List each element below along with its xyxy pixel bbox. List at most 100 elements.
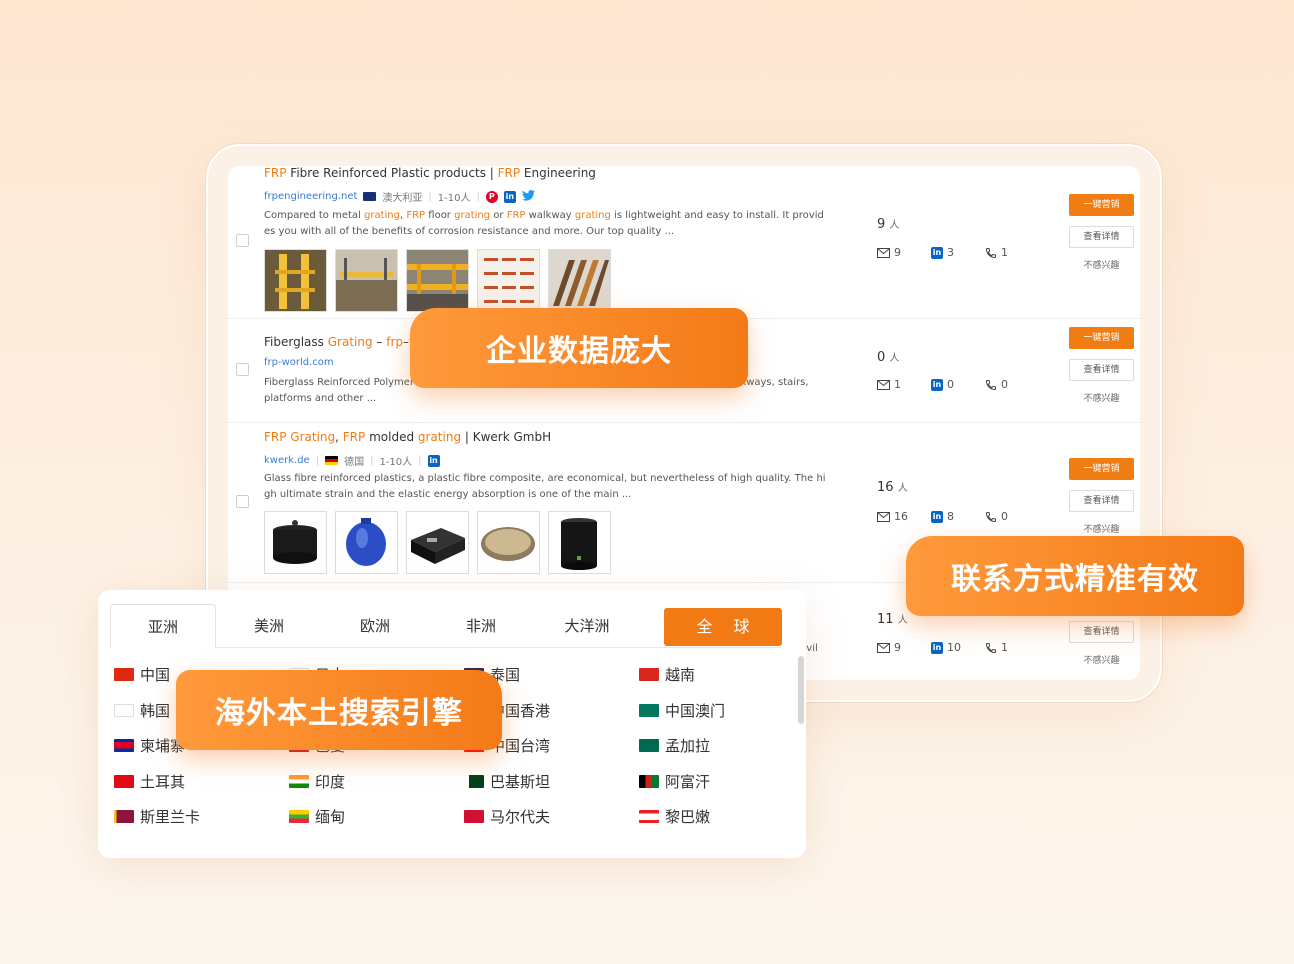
- country-item[interactable]: 缅甸: [289, 806, 345, 827]
- result-actions: 一键营销 查看详情 不感兴趣: [1069, 194, 1134, 271]
- country-item[interactable]: 韩国: [114, 700, 170, 721]
- product-image[interactable]: [548, 511, 611, 574]
- country-item[interactable]: 马尔代夫: [464, 806, 550, 827]
- scrollbar[interactable]: [798, 656, 804, 724]
- country-item[interactable]: 巴基斯坦: [464, 771, 550, 792]
- flag-icon: [114, 668, 134, 681]
- flag-icon: [114, 810, 134, 823]
- product-image[interactable]: [406, 511, 469, 574]
- linkedin-count: 10: [947, 641, 961, 654]
- linkedin-stat[interactable]: in 3: [931, 246, 985, 259]
- flag-icon: [639, 668, 659, 681]
- view-details-button[interactable]: 查看详情: [1069, 490, 1134, 512]
- linkedin-icon[interactable]: in: [427, 454, 440, 467]
- country-item[interactable]: 阿富汗: [639, 771, 710, 792]
- country-item[interactable]: 中国: [114, 664, 170, 685]
- keyword-highlight: FRP: [506, 210, 526, 221]
- country-item[interactable]: 柬埔寨: [114, 735, 185, 756]
- linkedin-stat[interactable]: in 10: [931, 641, 985, 654]
- result-checkbox[interactable]: [236, 363, 249, 376]
- result-actions: 一键营销 查看详情 不感兴趣: [1069, 327, 1134, 404]
- email-stat[interactable]: 9: [877, 246, 931, 259]
- country-item[interactable]: 印度: [289, 771, 345, 792]
- result-domain[interactable]: kwerk.de: [264, 455, 310, 466]
- twitter-icon[interactable]: [521, 189, 535, 204]
- pinterest-icon[interactable]: P: [485, 190, 498, 203]
- result-checkbox[interactable]: [236, 234, 249, 247]
- result-domain[interactable]: frpengineering.net: [264, 191, 357, 202]
- country-name: 印度: [315, 772, 346, 791]
- email-stat[interactable]: 9: [877, 641, 931, 654]
- linkedin-icon[interactable]: in: [503, 190, 516, 203]
- country-name: 缅甸: [315, 808, 346, 826]
- linkedin-count: 3: [947, 246, 954, 259]
- text-fragment: or: [490, 210, 507, 221]
- result-checkbox[interactable]: [236, 495, 249, 508]
- view-details-button[interactable]: 查看详情: [1069, 621, 1134, 643]
- result-meta: kwerk.de | 德国 | 1-10人 | in: [264, 453, 440, 468]
- linkedin-stat[interactable]: in 8: [931, 510, 985, 523]
- keyword-highlight: FRP: [497, 166, 521, 180]
- view-details-button[interactable]: 查看详情: [1069, 359, 1134, 381]
- result-meta: frpengineering.net 澳大利亚 | 1-10人 | P in: [264, 189, 535, 204]
- country-item[interactable]: 越南: [639, 664, 695, 685]
- product-image[interactable]: [477, 249, 540, 312]
- people-count: 9 人: [877, 216, 899, 232]
- phone-icon: [985, 379, 996, 390]
- tab-europe[interactable]: 欧洲: [322, 604, 428, 648]
- country-item[interactable]: 孟加拉: [639, 735, 710, 756]
- one-click-marketing-button[interactable]: 一键营销: [1069, 194, 1134, 216]
- phone-stat[interactable]: 0: [985, 510, 1039, 523]
- phone-stat[interactable]: 1: [985, 246, 1039, 259]
- text-fragment: Compared to metal: [264, 210, 365, 221]
- phone-stat[interactable]: 1: [985, 641, 1039, 654]
- flag-icon: [464, 810, 484, 823]
- email-stat[interactable]: 16: [877, 510, 931, 523]
- country-name: 马尔代夫: [490, 808, 551, 826]
- product-image[interactable]: [264, 511, 327, 574]
- tab-africa[interactable]: 非洲: [428, 604, 534, 648]
- country-name: 越南: [665, 666, 696, 684]
- tab-asia[interactable]: 亚洲: [110, 604, 216, 649]
- one-click-marketing-button[interactable]: 一键营销: [1069, 458, 1134, 480]
- product-image[interactable]: [264, 249, 327, 312]
- contact-stats: 9 in 3 1: [877, 246, 1039, 259]
- not-interested-link[interactable]: 不感兴趣: [1083, 391, 1119, 404]
- phone-icon: [985, 511, 996, 522]
- view-details-button[interactable]: 查看详情: [1069, 226, 1134, 248]
- result-title[interactable]: FRP Grating, FRP molded grating | Kwerk …: [264, 430, 551, 444]
- country-item[interactable]: 黎巴嫩: [639, 806, 710, 827]
- result-domain[interactable]: frp-world.com: [264, 357, 334, 368]
- not-interested-link[interactable]: 不感兴趣: [1083, 522, 1119, 535]
- linkedin-stat[interactable]: in 0: [931, 378, 985, 391]
- flag-icon: [114, 703, 134, 717]
- keyword-highlight: FRP Grating: [264, 430, 336, 444]
- tab-oceania[interactable]: 大洋洲: [534, 604, 640, 648]
- people-count: 16 人: [877, 479, 908, 495]
- phone-stat[interactable]: 0: [985, 378, 1039, 391]
- linkedin-icon: in: [931, 378, 943, 391]
- phone-count: 1: [1001, 246, 1008, 259]
- one-click-marketing-button[interactable]: 一键营销: [1069, 327, 1134, 349]
- tab-global[interactable]: 全 球: [664, 608, 782, 646]
- tab-americas[interactable]: 美洲: [216, 604, 322, 648]
- country-item[interactable]: 斯里兰卡: [114, 806, 200, 827]
- email-count: 1: [894, 378, 901, 391]
- product-image[interactable]: [335, 511, 398, 574]
- result-title[interactable]: Fiberglass Grating – frp–worl: [264, 335, 434, 349]
- result-thumbnails: [264, 511, 611, 574]
- email-stat[interactable]: 1: [877, 378, 931, 391]
- contact-stats: 1 in 0 0: [877, 378, 1039, 391]
- country-item[interactable]: 土耳其: [114, 771, 185, 792]
- result-title[interactable]: FRP Fibre Reinforced Plastic products | …: [264, 166, 596, 180]
- callout-contact-accuracy: 联系方式精准有效: [906, 536, 1244, 616]
- product-image[interactable]: [335, 249, 398, 312]
- country-item[interactable]: 中国澳门: [639, 700, 725, 721]
- product-image[interactable]: [477, 511, 540, 574]
- not-interested-link[interactable]: 不感兴趣: [1083, 258, 1119, 271]
- not-interested-link[interactable]: 不感兴趣: [1083, 653, 1119, 666]
- product-image[interactable]: [406, 249, 469, 312]
- mail-icon: [877, 642, 890, 653]
- product-image[interactable]: [548, 249, 611, 312]
- keyword-highlight: Grating: [327, 335, 373, 349]
